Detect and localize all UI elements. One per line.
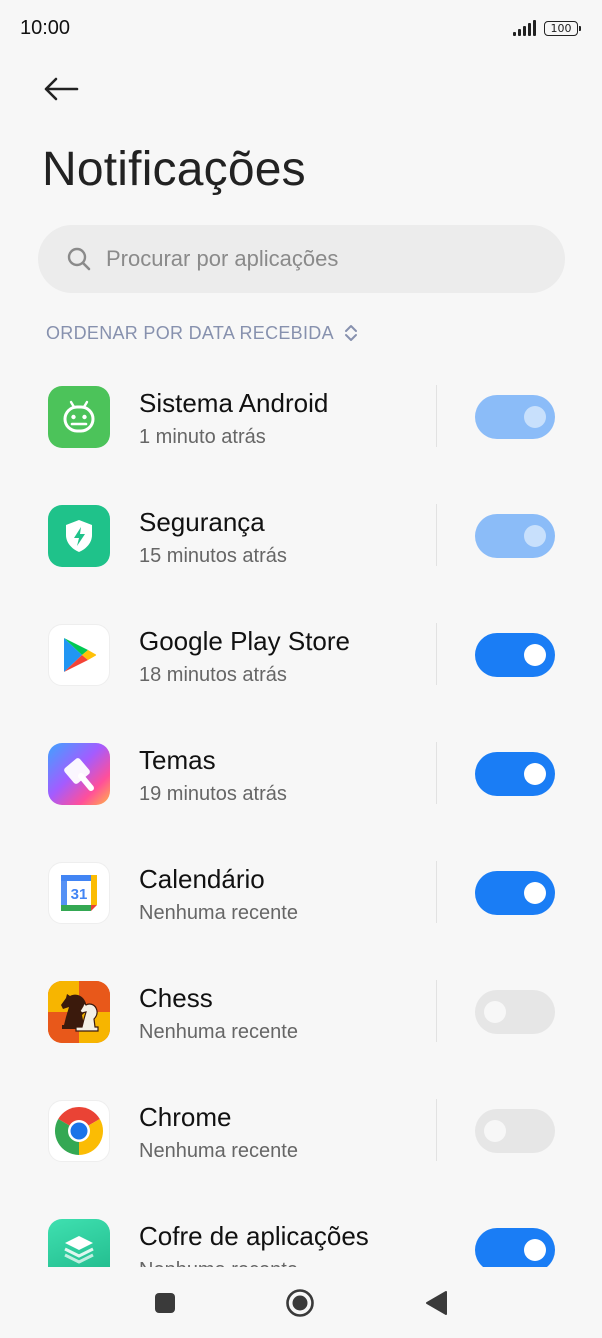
chrome-icon: [48, 1100, 110, 1162]
list-item[interactable]: Segurança 15 minutos atrás: [0, 476, 602, 595]
app-name: Cofre de aplicações: [139, 1221, 369, 1251]
play-store-icon: [48, 624, 110, 686]
notification-toggle[interactable]: [475, 514, 555, 558]
battery-icon: 100: [544, 20, 581, 36]
search-bar[interactable]: [38, 225, 565, 293]
list-item[interactable]: Google Play Store 18 minutos atrás: [0, 595, 602, 714]
calendar-icon: 31: [48, 862, 110, 924]
app-last-notification: 18 minutos atrás: [139, 664, 287, 686]
divider: [436, 742, 437, 804]
app-name: Sistema Android: [139, 388, 329, 418]
status-bar: 10:00 100: [0, 0, 602, 56]
app-last-notification: 19 minutos atrás: [139, 783, 287, 805]
home-button[interactable]: [285, 1288, 315, 1318]
chevron-up-down-icon: [344, 325, 357, 341]
notification-toggle[interactable]: [475, 990, 555, 1034]
android-system-icon: [48, 386, 110, 448]
notification-toggle[interactable]: [475, 395, 555, 439]
arrow-left-icon: [44, 77, 79, 101]
security-shield-icon: [48, 505, 110, 567]
app-name: Segurança: [139, 507, 265, 537]
app-name: Calendário: [139, 864, 265, 894]
app-list[interactable]: Sistema Android 1 minuto atrás Segurança…: [0, 357, 602, 1267]
square-icon: [155, 1293, 175, 1313]
divider: [436, 623, 437, 685]
recents-button[interactable]: [150, 1288, 180, 1318]
list-item[interactable]: Cofre de aplicações Nenhuma recente: [0, 1190, 602, 1267]
app-name: Temas: [139, 745, 216, 775]
app-last-notification: Nenhuma recente: [139, 1140, 298, 1162]
app-name: Google Play Store: [139, 626, 351, 656]
app-last-notification: Nenhuma recente: [139, 902, 298, 924]
back-nav-button[interactable]: [421, 1288, 451, 1318]
app-last-notification: 1 minuto atrás: [139, 426, 266, 448]
app-vault-layers-icon: [48, 1219, 110, 1267]
circle-icon: [286, 1289, 314, 1317]
divider: [436, 504, 437, 566]
list-item[interactable]: 31 Calendário Nenhuma recente: [0, 833, 602, 952]
status-icons: 100: [513, 20, 581, 36]
triangle-back-icon: [426, 1291, 447, 1315]
list-item[interactable]: Temas 19 minutos atrás: [0, 714, 602, 833]
notification-toggle[interactable]: [475, 752, 555, 796]
app-last-notification: Nenhuma recente: [139, 1259, 298, 1267]
list-item[interactable]: Chrome Nenhuma recente: [0, 1071, 602, 1190]
search-icon: [67, 247, 91, 271]
status-time: 10:00: [20, 16, 71, 39]
chess-knight-icon: [48, 981, 110, 1043]
themes-brush-icon: [48, 743, 110, 805]
app-name: Chrome: [139, 1102, 232, 1132]
divider: [436, 1099, 437, 1161]
calendar-icon-day: 31: [71, 886, 88, 903]
notification-toggle[interactable]: [475, 633, 555, 677]
notification-toggle[interactable]: [475, 871, 555, 915]
divider: [436, 980, 437, 1042]
back-button[interactable]: [38, 66, 84, 112]
battery-level: 100: [550, 21, 572, 35]
page-title: Notificações: [42, 143, 306, 196]
list-item[interactable]: Sistema Android 1 minuto atrás: [0, 357, 602, 476]
notification-toggle[interactable]: [475, 1228, 555, 1267]
sort-label: ORDENAR POR DATA RECEBIDA: [46, 322, 334, 343]
list-item[interactable]: Chess Nenhuma recente: [0, 952, 602, 1071]
navigation-bar: [0, 1268, 602, 1338]
notification-toggle[interactable]: [475, 1109, 555, 1153]
divider: [436, 385, 437, 447]
search-input[interactable]: [106, 246, 526, 272]
app-last-notification: 15 minutos atrás: [139, 545, 287, 567]
sort-selector[interactable]: ORDENAR POR DATA RECEBIDA: [46, 318, 358, 348]
divider: [436, 861, 437, 923]
app-last-notification: Nenhuma recente: [139, 1021, 298, 1043]
signal-icon: [513, 20, 536, 36]
app-name: Chess: [139, 983, 213, 1013]
